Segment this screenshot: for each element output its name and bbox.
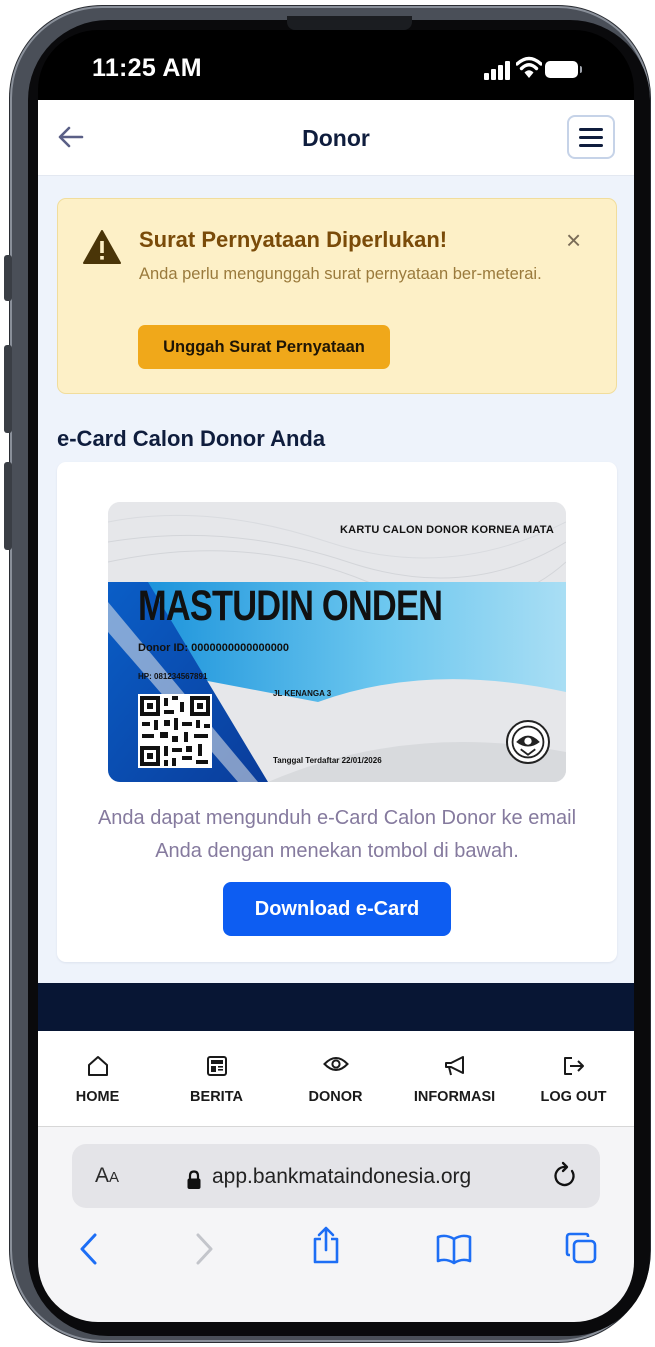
share-icon[interactable]: [311, 1225, 341, 1265]
browser-back-icon[interactable]: [77, 1232, 101, 1266]
card-address: JL KENANGA 3: [273, 689, 332, 698]
eye-icon: [322, 1057, 349, 1071]
wifi-icon: [516, 56, 542, 78]
battery-icon: [545, 61, 582, 78]
nav-item-home[interactable]: HOME: [38, 1031, 157, 1127]
organization-emblem-icon: [506, 720, 550, 764]
reader-text-size-button[interactable]: AA: [95, 1164, 119, 1188]
address-bar[interactable]: AA app.bankmataindonesia.org: [72, 1144, 600, 1208]
nav-label: HOME: [75, 1089, 120, 1105]
menu-icon: [579, 128, 603, 131]
card-heading: KARTU CALON DONOR KORNEA MATA: [340, 524, 554, 536]
page-title: Donor: [302, 125, 370, 151]
hamburger-menu-button[interactable]: [567, 115, 615, 159]
nav-item-informasi[interactable]: INFORMASI: [395, 1031, 514, 1127]
nav-label: INFORMASI: [413, 1089, 496, 1105]
nav-label: DONOR: [308, 1089, 363, 1105]
tabs-icon[interactable]: [564, 1231, 598, 1265]
url-text: app.bankmataindonesia.org: [212, 1165, 472, 1188]
card-phone: HP: 081234567891: [138, 672, 208, 681]
volume-down-button: [4, 462, 12, 550]
upload-statement-button[interactable]: Unggah Surat Pernyataan: [138, 325, 390, 369]
megaphone-icon: [444, 1056, 464, 1076]
app-header: Donor: [38, 100, 634, 176]
alert-title: Surat Pernyataan Diperlukan!: [139, 227, 448, 252]
card-donor-id: Donor ID: 0000000000000000: [138, 642, 290, 654]
nav-label: LOG OUT: [540, 1089, 607, 1105]
browser-toolbar: AA app.bankmataindonesia.org: [38, 1127, 634, 1322]
lock-icon: [187, 1170, 201, 1189]
phone-screen: 11:25 AM Donor Surat Pernyataan Diperluk…: [38, 30, 634, 1322]
warning-icon: [83, 230, 121, 264]
footer-strip: [38, 983, 634, 1031]
volume-up-button: [4, 345, 12, 433]
cellular-signal-icon: [484, 60, 514, 80]
card-registration-date: Tanggal Terdaftar 22/01/2026: [273, 756, 382, 765]
mute-switch: [4, 255, 12, 301]
alert-message: Anda perlu mengunggah surat pernyataan b…: [139, 265, 542, 283]
newspaper-icon: [206, 1056, 227, 1076]
nav-item-berita[interactable]: BERITA: [157, 1031, 276, 1127]
warning-alert: Surat Pernyataan Diperlukan! × Anda perl…: [57, 198, 617, 394]
ecard-description: Anda dapat mengunduh e-Card Calon Donor …: [97, 807, 577, 862]
section-title: e-Card Calon Donor Anda: [57, 426, 326, 451]
status-bar: 11:25 AM: [38, 30, 634, 100]
nav-item-logout[interactable]: LOG OUT: [514, 1031, 633, 1127]
speaker-notch: [287, 16, 412, 30]
browser-forward-icon[interactable]: [192, 1232, 216, 1266]
home-icon: [87, 1056, 108, 1076]
nav-label: BERITA: [190, 1089, 243, 1105]
close-icon[interactable]: ×: [566, 225, 581, 256]
reload-icon[interactable]: [550, 1161, 580, 1191]
status-time: 11:25 AM: [92, 54, 202, 82]
qr-code-icon: [138, 694, 212, 768]
ecard-panel: KARTU CALON DONOR KORNEA MATA MASTUDIN O…: [57, 462, 617, 962]
nav-item-donor[interactable]: DONOR: [276, 1031, 395, 1127]
logout-icon: [563, 1057, 584, 1075]
donor-ecard: KARTU CALON DONOR KORNEA MATA MASTUDIN O…: [108, 502, 566, 782]
bottom-navigation: HOME BERITA DONOR INFORMASI LOG OUT: [38, 1031, 634, 1127]
bookmarks-icon[interactable]: [435, 1233, 473, 1265]
main-content: Surat Pernyataan Diperlukan! × Anda perl…: [38, 176, 634, 983]
download-ecard-button[interactable]: Download e-Card: [223, 882, 451, 936]
card-holder-name: MASTUDIN ONDEN: [138, 582, 443, 630]
